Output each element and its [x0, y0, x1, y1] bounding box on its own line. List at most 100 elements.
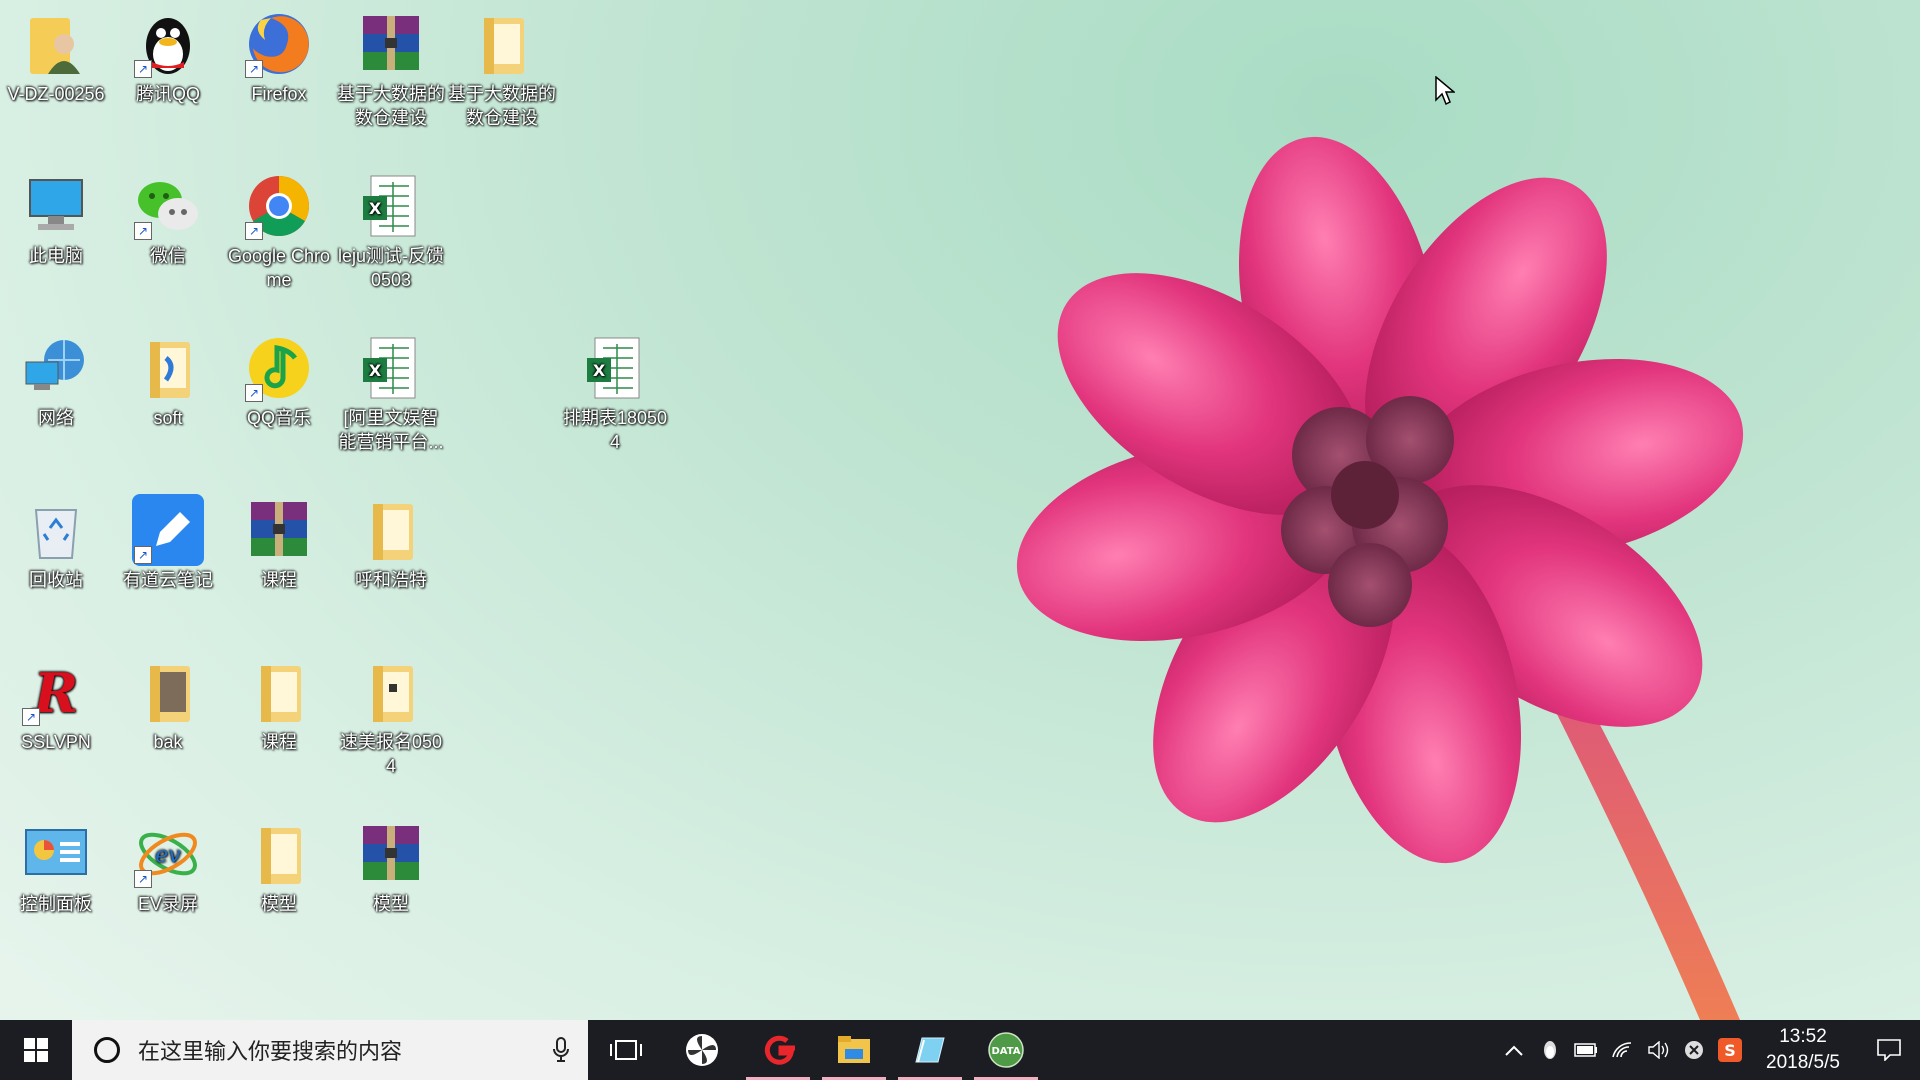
svg-text:X: X [369, 361, 382, 380]
shortcut-arrow-icon: ↗ [245, 60, 263, 78]
desktop-icon-wechat[interactable]: ↗ 微信 [113, 170, 223, 268]
volume-icon [1648, 1041, 1669, 1059]
show-hidden-icons-button[interactable] [1496, 1020, 1532, 1080]
desktop-icon-control-panel[interactable]: 控制面板 [1, 818, 111, 916]
icon-label: QQ音乐 [246, 408, 311, 428]
control-panel-icon [25, 829, 87, 875]
icon-label: leju测试-反馈0503 [337, 246, 444, 290]
network-icon [25, 340, 84, 390]
icon-label: EV录屏 [137, 894, 198, 914]
desktop-icon-archive-model[interactable]: 模型 [336, 818, 446, 916]
tray-close-circle-button[interactable] [1676, 1020, 1712, 1080]
file-explorer-icon [838, 1036, 870, 1063]
chevron-up-icon [1505, 1045, 1523, 1056]
icon-label: 控制面板 [20, 894, 92, 914]
tray-penguin-button[interactable] [1532, 1020, 1568, 1080]
winrar-archive-icon [363, 16, 419, 70]
desktop-icon-folder-model[interactable]: 模型 [224, 818, 334, 916]
start-button[interactable] [0, 1020, 72, 1080]
icon-label: [阿里文娱智能营销平台... [338, 408, 444, 452]
volume-button[interactable] [1640, 1020, 1676, 1080]
folder-icon [150, 342, 190, 398]
windows-logo-icon [24, 1038, 48, 1062]
svg-text:X: X [369, 199, 382, 218]
desktop-icon-chrome[interactable]: ↗ Google Chrome [224, 170, 334, 292]
icon-label: 模型 [373, 894, 409, 914]
excel-file-icon: X [363, 337, 416, 399]
mouse-cursor-icon [1435, 76, 1455, 106]
shortcut-arrow-icon: ↗ [134, 60, 152, 78]
wifi-button[interactable] [1604, 1020, 1640, 1080]
svg-text:ev: ev [155, 843, 181, 868]
desktop-icon-qq[interactable]: ↗ 腾讯QQ [113, 8, 223, 106]
icon-label: 基于大数据的数仓建设 [448, 84, 556, 128]
desktop-icon-folder-hohhot[interactable]: 呼和浩特 [336, 494, 446, 592]
taskbar-app-pinwheel[interactable] [664, 1020, 740, 1080]
sogou-input-button[interactable]: S [1712, 1020, 1748, 1080]
data-app-icon: DATA [988, 1032, 1024, 1068]
blue-crystal-app-icon [915, 1037, 945, 1063]
icon-label: Google Chrome [227, 246, 331, 290]
desktop-icon-folder-course[interactable]: 课程 [224, 656, 334, 754]
desktop-icon-excel-schedule[interactable]: X 排期表180504 [560, 332, 670, 454]
desktop-icon-archive[interactable]: 基于大数据的数仓建设 [336, 8, 446, 130]
folder-icon [373, 504, 413, 560]
user-folder-icon [30, 18, 80, 74]
desktop-icon-soft[interactable]: soft [113, 332, 223, 430]
taskbar-app-data[interactable]: DATA [968, 1020, 1044, 1080]
this-pc-icon [29, 179, 83, 230]
desktop-icon-folder-sumei[interactable]: 速美报名0504 [336, 656, 446, 778]
desktop-icon-folder[interactable]: 基于大数据的数仓建设 [447, 8, 557, 130]
icon-label: 有道云笔记 [123, 570, 213, 590]
shortcut-arrow-icon: ↗ [134, 222, 152, 240]
action-center-button[interactable] [1858, 1020, 1920, 1080]
wifi-icon [1612, 1042, 1632, 1058]
icon-label: 回收站 [29, 570, 83, 590]
svg-text:X: X [593, 361, 606, 380]
clock[interactable]: 13:52 2018/5/5 [1748, 1024, 1858, 1076]
icon-label: Firefox [251, 84, 307, 104]
desktop-icon-this-pc[interactable]: 此电脑 [1, 170, 111, 268]
icon-label: soft [153, 408, 183, 428]
desktop-icon-archive-course[interactable]: 课程 [224, 494, 334, 592]
icon-label: 模型 [261, 894, 297, 914]
battery-button[interactable] [1568, 1020, 1604, 1080]
red-g-app-icon [764, 1035, 795, 1065]
icon-label: 排期表180504 [562, 408, 668, 452]
desktop-icon-sslvpn[interactable]: R ↗ SSLVPN [1, 656, 111, 754]
sogou-ime-icon: S [1718, 1038, 1742, 1062]
desktop-icon-excel-leju[interactable]: X leju测试-反馈0503 [336, 170, 446, 292]
battery-icon [1574, 1043, 1597, 1057]
desktop-icon-excel-ali[interactable]: X [阿里文娱智能营销平台... [336, 332, 446, 454]
desktop-icon-user-folder[interactable]: V-DZ-00256 [1, 8, 111, 106]
icon-label: bak [153, 732, 183, 752]
folder-icon [484, 18, 524, 74]
shortcut-arrow-icon: ↗ [134, 870, 152, 888]
winrar-archive-icon [363, 826, 419, 880]
folder-icon [261, 666, 301, 722]
close-circle-icon [1685, 1041, 1703, 1059]
microphone-icon[interactable] [552, 1037, 570, 1063]
desktop-icon-network[interactable]: 网络 [1, 332, 111, 430]
icon-label: 微信 [150, 246, 186, 266]
desktop-icon-firefox[interactable]: ↗ Firefox [224, 8, 334, 106]
recycle-bin-icon [34, 509, 78, 559]
icon-label: 速美报名0504 [339, 732, 443, 776]
folder-icon [150, 666, 190, 722]
task-view-icon [610, 1040, 642, 1060]
desktop-icon-youdao[interactable]: ↗ 有道云笔记 [113, 494, 223, 592]
taskbar-app-red-g[interactable] [740, 1020, 816, 1080]
system-tray: S 13:52 2018/5/5 [1496, 1020, 1920, 1080]
desktop-icon-bak[interactable]: bak [113, 656, 223, 754]
search-box[interactable]: 在这里输入你要搜索的内容 [72, 1020, 588, 1080]
task-view-button[interactable] [588, 1020, 664, 1080]
taskbar-app-file-explorer[interactable] [816, 1020, 892, 1080]
taskbar-app-blue-crystal[interactable] [892, 1020, 968, 1080]
icon-label: 课程 [261, 570, 297, 590]
folder-icon [261, 828, 301, 884]
desktop-icon-qq-music[interactable]: ↗ QQ音乐 [224, 332, 334, 430]
desktop-icon-ev-recorder[interactable]: ev ↗ EV录屏 [113, 818, 223, 916]
taskbar: 在这里输入你要搜索的内容 DATA S 13:52 2018/5/5 [0, 1020, 1920, 1080]
desktop-icon-recycle-bin[interactable]: 回收站 [1, 494, 111, 592]
icon-label: 网络 [38, 408, 74, 428]
